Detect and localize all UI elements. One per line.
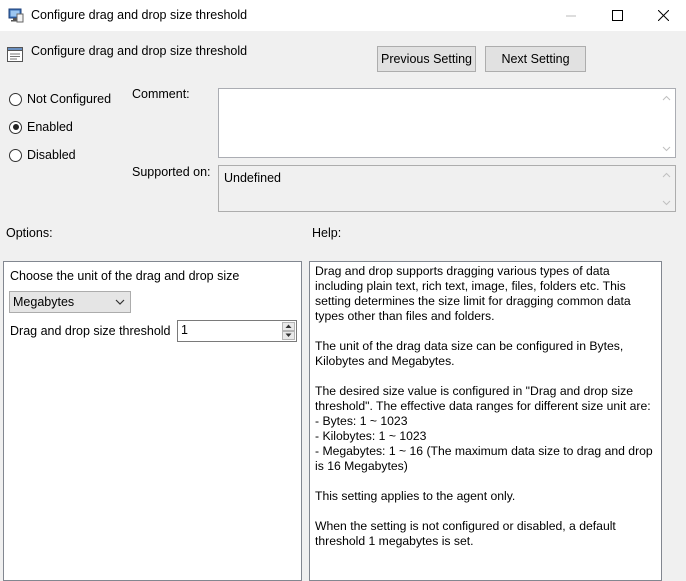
radio-enabled[interactable]: Enabled bbox=[9, 119, 73, 135]
threshold-label: Drag and drop size threshold bbox=[10, 324, 171, 338]
comment-label: Comment: bbox=[132, 87, 190, 101]
help-panel: Drag and drop supports dragging various … bbox=[309, 261, 662, 581]
radio-label: Disabled bbox=[27, 148, 76, 162]
threshold-spinner[interactable]: 1 bbox=[177, 320, 297, 342]
minimize-button[interactable] bbox=[548, 0, 594, 31]
supported-on-value: Undefined bbox=[224, 171, 281, 185]
setting-title: Configure drag and drop size threshold bbox=[31, 44, 248, 58]
spin-up-icon bbox=[285, 324, 292, 328]
comment-field[interactable] bbox=[218, 88, 676, 158]
scroll-down-icon[interactable] bbox=[658, 140, 675, 157]
supported-on-field: Undefined bbox=[218, 165, 676, 212]
spin-down-button[interactable] bbox=[282, 331, 295, 340]
radio-circle[interactable] bbox=[9, 148, 22, 162]
next-setting-button[interactable]: Next Setting bbox=[485, 46, 586, 72]
help-scrollbar[interactable] bbox=[662, 261, 686, 571]
threshold-value[interactable]: 1 bbox=[181, 323, 188, 337]
radio-label: Enabled bbox=[27, 120, 73, 134]
previous-setting-label: Previous Setting bbox=[380, 52, 473, 66]
minimize-icon bbox=[566, 15, 576, 16]
help-heading: Help: bbox=[312, 226, 342, 240]
options-heading: Options: bbox=[6, 226, 53, 240]
spin-up-button[interactable] bbox=[282, 322, 295, 331]
close-icon bbox=[657, 10, 669, 21]
policy-app-icon bbox=[8, 7, 24, 23]
comment-scrollbar[interactable] bbox=[658, 89, 675, 157]
scroll-up-icon[interactable] bbox=[658, 89, 675, 106]
chevron-down-icon bbox=[115, 299, 125, 305]
maximize-button[interactable] bbox=[594, 0, 640, 31]
radio-disabled[interactable]: Disabled bbox=[9, 147, 76, 163]
unit-label: Choose the unit of the drag and drop siz… bbox=[10, 269, 240, 283]
radio-circle[interactable] bbox=[9, 92, 22, 106]
close-button[interactable] bbox=[640, 0, 686, 31]
maximize-icon bbox=[611, 10, 623, 21]
scroll-up-icon[interactable] bbox=[658, 166, 675, 183]
radio-circle-selected[interactable] bbox=[9, 120, 22, 134]
unit-dropdown[interactable]: Megabytes bbox=[9, 291, 131, 313]
unit-selected-value: Megabytes bbox=[13, 295, 75, 309]
previous-setting-button[interactable]: Previous Setting bbox=[377, 46, 476, 72]
next-setting-label: Next Setting bbox=[501, 52, 570, 66]
help-text: Drag and drop supports dragging various … bbox=[315, 264, 653, 548]
supported-on-label: Supported on: bbox=[132, 165, 211, 179]
supported-on-scrollbar[interactable] bbox=[658, 166, 675, 211]
spin-down-icon bbox=[285, 333, 292, 337]
window-title: Configure drag and drop size threshold bbox=[31, 8, 248, 22]
radio-not-configured[interactable]: Not Configured bbox=[9, 91, 111, 107]
radio-label: Not Configured bbox=[27, 92, 112, 106]
scroll-down-icon[interactable] bbox=[658, 194, 675, 211]
setting-icon bbox=[7, 46, 24, 63]
